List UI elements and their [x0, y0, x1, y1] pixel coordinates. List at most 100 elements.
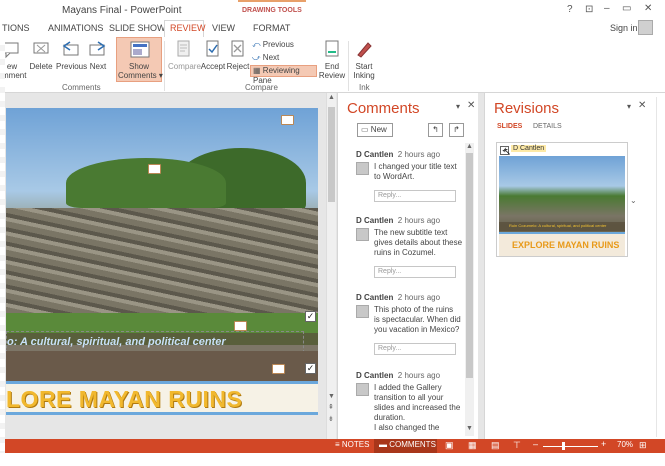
compare-button[interactable]: Compare	[168, 39, 201, 71]
mouse-pointer-icon: ↖	[503, 147, 512, 158]
subtitle-textbox[interactable]: o: A cultural, spiritual, and political …	[6, 331, 304, 353]
tab-animations[interactable]: ANIMATIONS	[48, 23, 103, 33]
new-comment-pane-button[interactable]: ▭ New	[357, 123, 393, 137]
ribbon-divider	[164, 41, 165, 91]
bottom-margin	[0, 453, 665, 466]
ribbon-display-icon[interactable]: ⊡	[585, 4, 593, 15]
revision-thumbnail[interactable]: Ruin Cozumelo: A cultural, spiritual, an…	[499, 156, 625, 256]
notes-button[interactable]: ≡ NOTES	[335, 440, 369, 449]
slide-show-icon[interactable]: ⊤	[513, 440, 521, 451]
comment-marker[interactable]	[281, 115, 294, 125]
slide-sorter-icon[interactable]: ▦	[468, 440, 477, 451]
scroll-thumb[interactable]	[466, 153, 473, 378]
next-comment-pane-button[interactable]: ↱	[449, 123, 464, 137]
thumbnail-title: EXPLORE MAYAN RUINS	[512, 240, 620, 250]
next-icon: ↱	[453, 125, 460, 134]
new-comment-icon	[3, 42, 19, 59]
new-comment-icon: ▭	[361, 125, 369, 134]
tab-slides[interactable]: SLIDES	[497, 123, 522, 130]
tab-view[interactable]: VIEW	[212, 23, 235, 33]
chevron-down-icon[interactable]: ⌄	[630, 196, 637, 205]
show-comments-icon	[130, 41, 150, 58]
scroll-up-icon: ▲	[328, 94, 335, 101]
delete-comment-button[interactable]: Delete	[29, 39, 53, 71]
thumbnail-subtitle: Ruin Cozumelo: A cultural, spiritual, an…	[509, 223, 607, 228]
comment-text[interactable]: The new subtitle text gives details about…	[374, 228, 462, 258]
comment-marker[interactable]	[148, 164, 161, 174]
pane-options-icon[interactable]: ▾	[456, 102, 460, 111]
torn-edge	[0, 37, 5, 453]
tab-review[interactable]: REVIEW	[164, 20, 206, 38]
end-review-icon	[325, 40, 339, 57]
maximize-icon[interactable]: ▭	[622, 3, 631, 14]
start-inking-button[interactable]: Start Inking	[351, 39, 377, 80]
scroll-thumb[interactable]	[328, 107, 335, 202]
pane-options-icon[interactable]: ▾	[627, 102, 631, 111]
slide-title[interactable]: LORE MAYAN RUINS	[6, 386, 242, 413]
comments-toggle-button[interactable]: ▬ COMMENTS	[374, 439, 437, 453]
show-comments-button[interactable]: Show Comments ▾	[116, 37, 163, 82]
accept-button[interactable]: Accept	[200, 39, 226, 71]
zoom-slider-thumb[interactable]	[562, 442, 565, 450]
comments-scrollbar[interactable]: ▲ ▼	[465, 143, 474, 436]
change-checkbox[interactable]: ✓	[305, 311, 316, 322]
tab-slide-show[interactable]: SLIDE SHOW	[109, 23, 166, 33]
previous-comment-icon	[62, 41, 79, 56]
next-comment-icon	[89, 41, 106, 56]
stone-wall	[6, 208, 318, 313]
zoom-in-icon[interactable]: +	[601, 439, 606, 449]
reading-view-icon[interactable]: ▤	[491, 440, 500, 451]
slide-subtitle[interactable]: o: A cultural, spiritual, and political …	[7, 336, 226, 348]
reviewing-pane-button[interactable]: ▦ Reviewing Pane	[250, 65, 317, 85]
comment-text[interactable]: I added the Gallery transition to all you…	[374, 383, 460, 433]
zoom-level[interactable]: 70%	[617, 440, 633, 449]
reject-button[interactable]: Reject	[226, 39, 250, 71]
change-checkbox[interactable]: ✓	[305, 363, 316, 374]
close-icon[interactable]: ✕	[638, 100, 646, 111]
slide-scrollbar-track[interactable]: ▲ ▼ ⇞ ⇟	[326, 93, 336, 439]
comment-icon: ▬	[379, 440, 387, 449]
close-icon[interactable]: ✕	[467, 100, 475, 111]
previous-comment-pane-button[interactable]: ↰	[428, 123, 443, 137]
previous-change-button[interactable]: ⤺ Previous	[252, 40, 294, 50]
tab-format[interactable]: FORMAT	[253, 23, 290, 33]
comments-pane-title: Comments	[347, 100, 420, 117]
avatar	[356, 228, 369, 241]
comments-group-label: Comments	[62, 83, 101, 92]
zoom-out-icon[interactable]: –	[533, 439, 538, 449]
fit-to-window-icon[interactable]: ⊞	[639, 440, 647, 451]
minimize-icon[interactable]: –	[604, 3, 610, 14]
tab-transitions[interactable]: TIONS	[2, 23, 30, 33]
revision-author-tag: D Cantlen	[511, 145, 547, 152]
comment-author: D Cantlen 2 hours ago	[356, 293, 441, 302]
help-icon[interactable]: ?	[567, 4, 573, 15]
new-comment-button[interactable]: ew mment	[2, 39, 26, 80]
next-comment-button[interactable]: Next	[88, 39, 108, 71]
previous-slide-icon: ⇞	[328, 404, 334, 411]
avatar[interactable]	[638, 20, 653, 35]
compare-icon	[177, 40, 190, 57]
reply-input[interactable]: Reply...	[374, 343, 456, 355]
zoom-slider[interactable]	[543, 446, 598, 447]
comment-marker[interactable]	[272, 364, 285, 374]
normal-view-icon[interactable]: ▣	[445, 440, 454, 451]
close-icon[interactable]: ✕	[644, 3, 652, 14]
reply-input[interactable]: Reply...	[374, 190, 456, 202]
title-banner[interactable]: LORE MAYAN RUINS	[6, 381, 318, 415]
window-title: Mayans Final - PowerPoint	[62, 5, 182, 16]
comment-marker[interactable]	[234, 321, 247, 331]
comment-text[interactable]: I changed your title text to WordArt.	[374, 162, 457, 182]
slide-editing-pane[interactable]: o: A cultural, spiritual, and political …	[0, 93, 324, 439]
comment-text[interactable]: This photo of the ruins is spectacular. W…	[374, 305, 461, 335]
next-change-button[interactable]: ⤻ Next	[252, 53, 279, 63]
sign-in-link[interactable]: Sign in	[610, 23, 638, 33]
revision-thumbnail-frame[interactable]: ✓ D Cantlen Ruin Cozumelo: A cultural, s…	[496, 142, 628, 257]
slide-photo[interactable]	[6, 108, 318, 345]
end-review-button[interactable]: End Review	[318, 39, 346, 80]
previous-comment-button[interactable]: Previous	[56, 39, 87, 71]
tab-details[interactable]: DETAILS	[533, 123, 562, 130]
status-bar: ≡ NOTES ▬ COMMENTS ▣ ▦ ▤ ⊤ – + 70% ⊞	[0, 439, 665, 453]
reply-input[interactable]: Reply...	[374, 266, 456, 278]
title-bar: Mayans Final - PowerPoint DRAWING TOOLS …	[0, 0, 665, 20]
pen-icon	[357, 42, 372, 58]
